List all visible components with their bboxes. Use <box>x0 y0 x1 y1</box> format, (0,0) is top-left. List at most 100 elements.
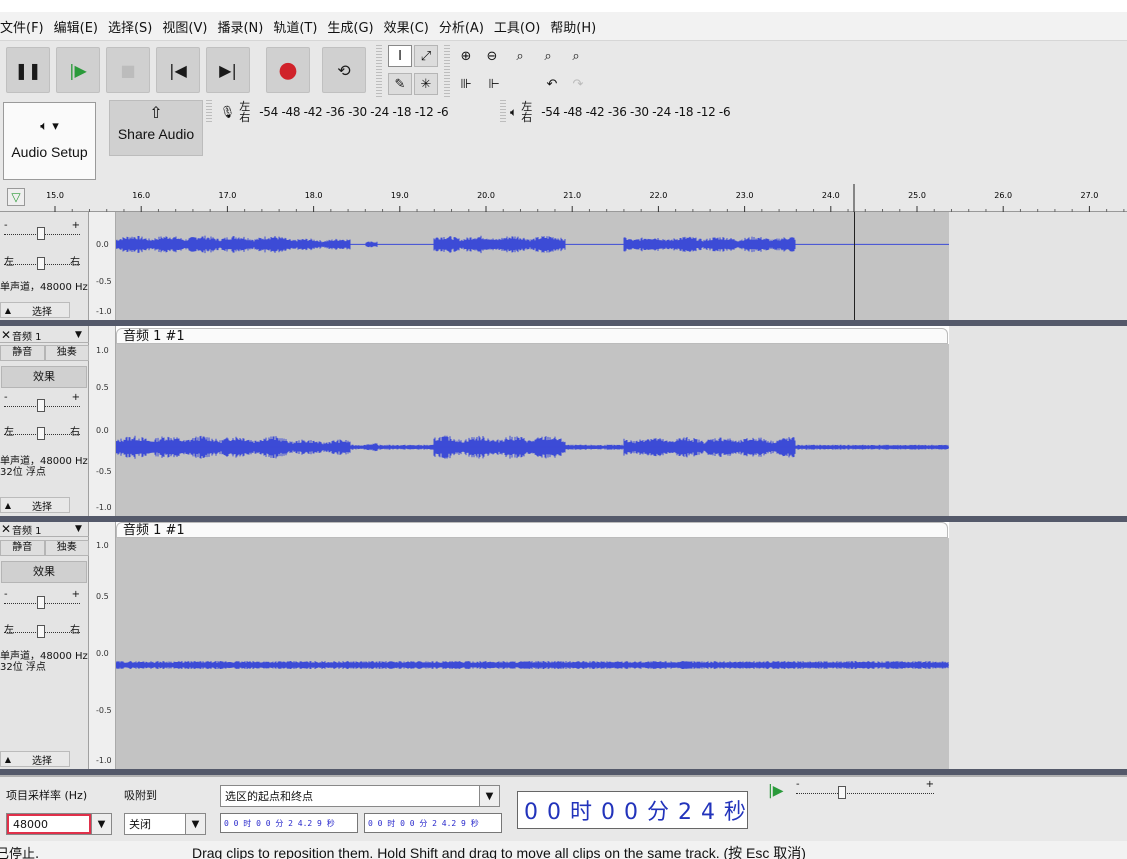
project-rate-select[interactable]: 48000 ▼ <box>6 813 112 835</box>
chevron-down-icon[interactable]: ▼ <box>479 786 499 806</box>
multi-tool[interactable]: ✳ <box>414 73 438 95</box>
track-menu-icon[interactable]: ▼ <box>75 330 89 340</box>
stop-icon: ■ <box>120 60 136 80</box>
zoom-toggle-button[interactable]: ⌕ <box>564 45 588 67</box>
pan-slider[interactable]: 左 右 <box>4 256 80 270</box>
redo-button[interactable]: ↷ <box>566 73 590 95</box>
collapse-icon: ▲ <box>4 500 12 510</box>
mute-button[interactable]: 静音 <box>0 540 45 556</box>
zoom-in-button[interactable]: ⊕ <box>454 45 478 67</box>
mute-button[interactable]: 静音 <box>0 345 45 361</box>
menu-help[interactable]: 帮助(H) <box>550 17 602 36</box>
close-track-icon[interactable]: ✕ <box>0 328 12 342</box>
audio-setup-button[interactable]: 🔈︎ ▾ Audio Setup <box>3 102 96 180</box>
menu-effect[interactable]: 效果(C) <box>384 17 435 36</box>
speed-max-label: + <box>925 779 934 790</box>
skip-to-start-button[interactable]: |◀ <box>156 47 200 93</box>
clip-title[interactable]: 音频 1 #1 <box>116 522 948 538</box>
gain-max-label: + <box>71 220 80 231</box>
selection-end-time[interactable]: 0 0 时 0 0 分 2 4.2 9 秒 <box>364 813 502 833</box>
chevron-down-icon[interactable]: ▼ <box>91 814 111 834</box>
track-select-button[interactable]: ▲ 选择 <box>0 497 70 513</box>
menu-transport[interactable]: 播录(N) <box>217 17 269 36</box>
waveform-area[interactable] <box>115 344 949 516</box>
waveform-area[interactable] <box>115 212 949 320</box>
effects-button[interactable]: 效果 <box>1 366 87 388</box>
track-0: - + 左 右 单声道，48000 Hz ▲ 选择 0.0 -0.5 -1.0 <box>0 212 1127 320</box>
speaker-icon: 🔈︎ ▾ <box>40 119 59 134</box>
undo-button[interactable]: ↶ <box>540 73 564 95</box>
pause-button[interactable]: ❚❚ <box>6 47 50 93</box>
timeline-ruler[interactable]: ▽ 15.0 16.0 17.0 18.0 19.0 20.0 21.0 22.0 23.0 24… <box>0 184 1127 212</box>
gain-max-label: + <box>71 589 80 600</box>
record-button[interactable]: ● <box>266 47 310 93</box>
clip-title[interactable]: 音频 1 #1 <box>116 328 948 344</box>
stop-button[interactable]: ■ <box>106 47 150 93</box>
project-rate-value[interactable]: 48000 <box>7 814 91 834</box>
play-speed-slider[interactable]: - + <box>796 779 934 799</box>
pan-slider[interactable]: 左 右 <box>4 426 80 440</box>
share-audio-label: Share Audio <box>117 126 195 142</box>
draw-tool[interactable]: ✎ <box>388 73 412 95</box>
waveform <box>115 435 949 459</box>
track-control-panel: ✕ 音频 1 ▼ 静音 独奏 效果 - + 左 右 单声道，48000 Hz 3… <box>0 326 89 516</box>
toolbar-grip[interactable] <box>444 45 450 97</box>
track-menu-icon[interactable]: ▼ <box>75 524 89 534</box>
fit-project-button[interactable]: ⌕ <box>536 45 560 67</box>
waveform-area[interactable] <box>115 538 949 769</box>
silence-button[interactable]: ⊩ <box>482 73 506 95</box>
track-info: 单声道，48000 Hz <box>0 282 88 293</box>
gain-slider[interactable]: - + <box>4 392 80 412</box>
gain-slider[interactable]: - + <box>4 589 80 609</box>
record-meter[interactable]: 🎙︎ 左右 -54 -48 -42 -36 -30 -24 -18 -12 -6 <box>220 100 490 124</box>
zoom-out-button[interactable]: ⊖ <box>480 45 504 67</box>
toolbar-grip[interactable] <box>206 100 212 124</box>
skip-to-end-button[interactable]: ▶| <box>206 47 250 93</box>
play-at-speed-icon[interactable]: |▶ <box>768 783 783 799</box>
effects-button[interactable]: 效果 <box>1 561 87 583</box>
selection-mode-value: 选区的起点和终点 <box>225 790 313 803</box>
menu-select[interactable]: 选择(S) <box>108 17 158 36</box>
close-track-icon[interactable]: ✕ <box>0 522 12 536</box>
gain-min-label: - <box>4 392 8 403</box>
selection-mode-select[interactable]: 选区的起点和终点 ▼ <box>220 785 500 807</box>
loop-button[interactable]: ⟲ <box>322 47 366 93</box>
trim-button[interactable]: ⊪ <box>454 73 478 95</box>
pause-icon: ❚❚ <box>14 60 42 80</box>
solo-button[interactable]: 独奏 <box>44 540 89 556</box>
menu-analyze[interactable]: 分析(A) <box>439 17 490 36</box>
status-message: Drag clips to reposition them. Hold Shif… <box>192 845 806 859</box>
track-select-button[interactable]: ▲ 选择 <box>0 751 70 767</box>
toolbar-grip[interactable] <box>500 100 506 124</box>
track-select-button[interactable]: ▲ 选择 <box>0 302 70 318</box>
selection-start-time[interactable]: 0 0 时 0 0 分 2 4.2 9 秒 <box>220 813 358 833</box>
menu-generate[interactable]: 生成(G) <box>327 17 379 36</box>
track-1: ✕ 音频 1 ▼ 静音 独奏 效果 - + 左 右 单声道，48000 Hz 3… <box>0 326 1127 516</box>
audio-position-display[interactable]: 0 0 时 0 0 分 2 4 秒 <box>517 791 748 829</box>
menu-tracks[interactable]: 轨道(T) <box>273 17 323 36</box>
pan-slider[interactable]: 左 右 <box>4 624 80 638</box>
snap-to-select[interactable]: 关闭 ▼ <box>124 813 206 835</box>
chevron-down-icon[interactable]: ▼ <box>185 814 205 834</box>
silence-icon: ⊩ <box>488 76 500 92</box>
track-name[interactable]: 音频 1 <box>12 522 75 537</box>
solo-button[interactable]: 独奏 <box>44 345 89 361</box>
menu-view[interactable]: 视图(V) <box>162 17 213 36</box>
menu-tools[interactable]: 工具(O) <box>494 17 546 36</box>
ruler-tick-label: 24.0 <box>822 191 840 200</box>
track-name[interactable]: 音频 1 <box>12 328 75 343</box>
share-audio-button[interactable]: ⇧ Share Audio <box>109 100 203 156</box>
transport-toolbar: ❚❚ |▶ ■ |◀ ▶| ● ⟲ I ⤢ ✎ ✳ ⊕ ⊖ ⌕ ⌕ ⌕ ⊪ ⊩ … <box>0 40 1127 100</box>
toolbar-grip[interactable] <box>376 45 382 97</box>
envelope-tool[interactable]: ⤢ <box>414 45 438 67</box>
selection-tool[interactable]: I <box>388 45 412 67</box>
playback-meter[interactable]: 🔈︎ 左右 -54 -48 -42 -36 -30 -24 -18 -12 -6 <box>510 100 785 124</box>
play-button[interactable]: |▶ <box>56 47 100 93</box>
ruler-tick-label: 15.0 <box>46 191 64 200</box>
zoom-in-icon: ⊕ <box>460 48 472 64</box>
track-header: ✕ 音频 1 ▼ <box>0 522 89 537</box>
fit-selection-button[interactable]: ⌕ <box>508 45 532 67</box>
menu-file[interactable]: 文件(F) <box>0 17 50 36</box>
gain-slider[interactable]: - + <box>4 220 80 240</box>
menu-edit[interactable]: 编辑(E) <box>54 17 104 36</box>
